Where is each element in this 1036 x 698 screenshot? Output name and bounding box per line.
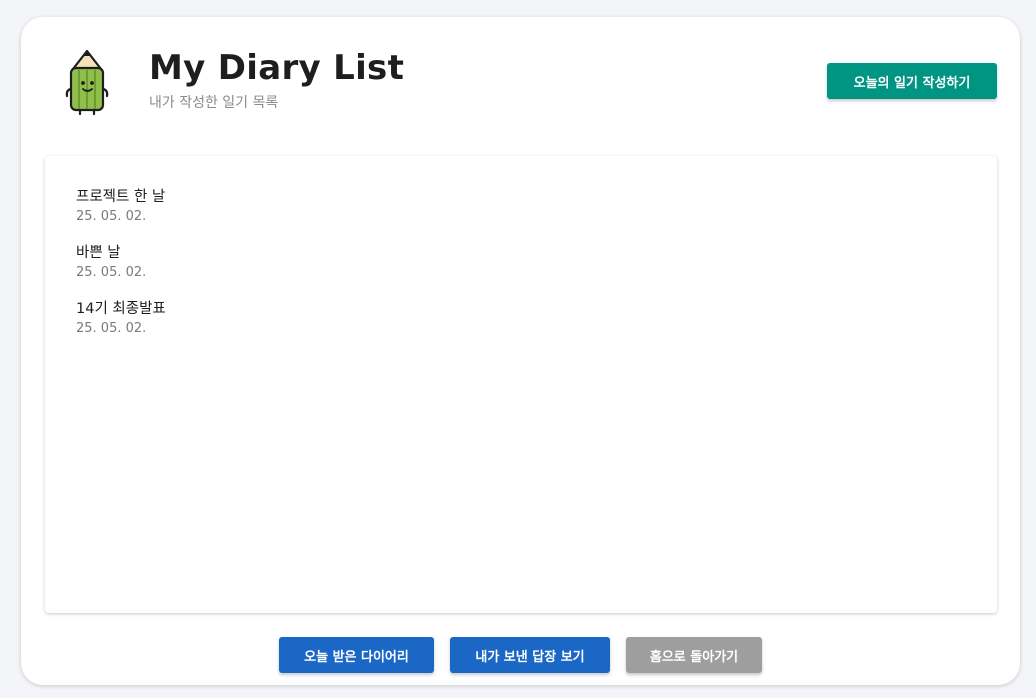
diary-entry-date: 25. 05. 02. [76,265,147,280]
diary-entry-title: 프로젝트 한 날 [76,189,166,205]
diary-list-card: My Diary List 내가 작성한 일기 목록 오늘의 일기 작성하기 프… [21,17,1020,685]
write-diary-button[interactable]: 오늘의 일기 작성하기 [827,63,997,99]
go-home-button[interactable]: 홈으로 돌아가기 [626,637,762,673]
diary-list-panel: 프로젝트 한 날 25. 05. 02. 바쁜 날 25. 05. 02. 14… [45,156,997,613]
sent-replies-button[interactable]: 내가 보낸 답장 보기 [450,637,610,673]
diary-entry-title: 바쁜 날 [76,245,121,261]
page-subtitle: 내가 작성한 일기 목록 [149,95,279,111]
received-diary-button[interactable]: 오늘 받은 다이어리 [279,637,434,673]
diary-list-item[interactable]: 프로젝트 한 날 25. 05. 02. [76,187,165,226]
diary-entry-date: 25. 05. 02. [76,209,147,224]
pencil-mascot-icon [65,49,109,115]
diary-entry-title: 14기 최종발표 [76,301,166,317]
diary-entry-date: 25. 05. 02. [76,321,147,336]
diary-list-item[interactable]: 바쁜 날 25. 05. 02. [76,243,146,282]
diary-list-item[interactable]: 14기 최종발표 25. 05. 02. [76,299,166,338]
page-title: My Diary List [149,48,405,88]
